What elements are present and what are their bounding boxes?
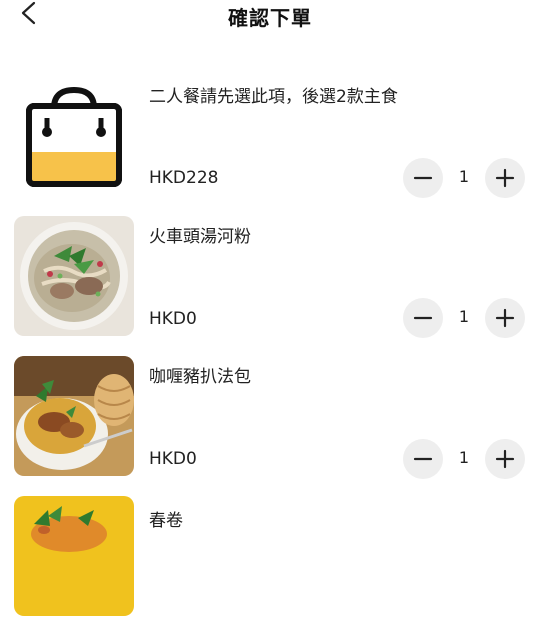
quantity-value: 1: [458, 167, 470, 186]
decrease-button[interactable]: [403, 298, 443, 338]
minus-icon: [413, 316, 433, 320]
item-name: 火車頭湯河粉: [149, 227, 251, 247]
decrease-button[interactable]: [403, 158, 443, 198]
spring-rolls-photo: [14, 496, 134, 616]
minus-icon: [413, 457, 433, 461]
curry-pork-chop-baguette-photo: [14, 356, 134, 476]
list-item: 咖喱豬扒法包 HKD0 1: [0, 356, 540, 496]
increase-button[interactable]: [485, 439, 525, 479]
page-title: 確認下單: [228, 6, 312, 30]
plus-icon: [495, 308, 515, 328]
item-name: 二人餐請先選此項，後選2款主食: [149, 87, 398, 107]
quantity-stepper: 1: [403, 158, 525, 198]
item-name: 咖喱豬扒法包: [149, 367, 251, 387]
shopping-bag-icon: [14, 80, 134, 200]
quantity-stepper: 1: [403, 439, 525, 479]
quantity-value: 1: [458, 448, 470, 467]
item-price: HKD0: [149, 449, 197, 469]
decrease-button[interactable]: [403, 439, 443, 479]
increase-button[interactable]: [485, 298, 525, 338]
header: 確認下單: [0, 0, 540, 40]
item-name: 春卷: [149, 511, 183, 531]
plus-icon: [495, 449, 515, 469]
list-item: 春卷: [0, 496, 540, 636]
item-price: HKD0: [149, 309, 197, 329]
plus-icon: [495, 168, 515, 188]
quantity-value: 1: [458, 307, 470, 326]
minus-icon: [413, 176, 433, 180]
quantity-stepper: 1: [403, 298, 525, 338]
list-item: 火車頭湯河粉 HKD0 1: [0, 216, 540, 356]
increase-button[interactable]: [485, 158, 525, 198]
list-item: 二人餐請先選此項，後選2款主食 HKD228 1: [0, 80, 540, 220]
item-price: HKD228: [149, 168, 219, 188]
beef-pho-noodle-soup-photo: [14, 216, 134, 336]
